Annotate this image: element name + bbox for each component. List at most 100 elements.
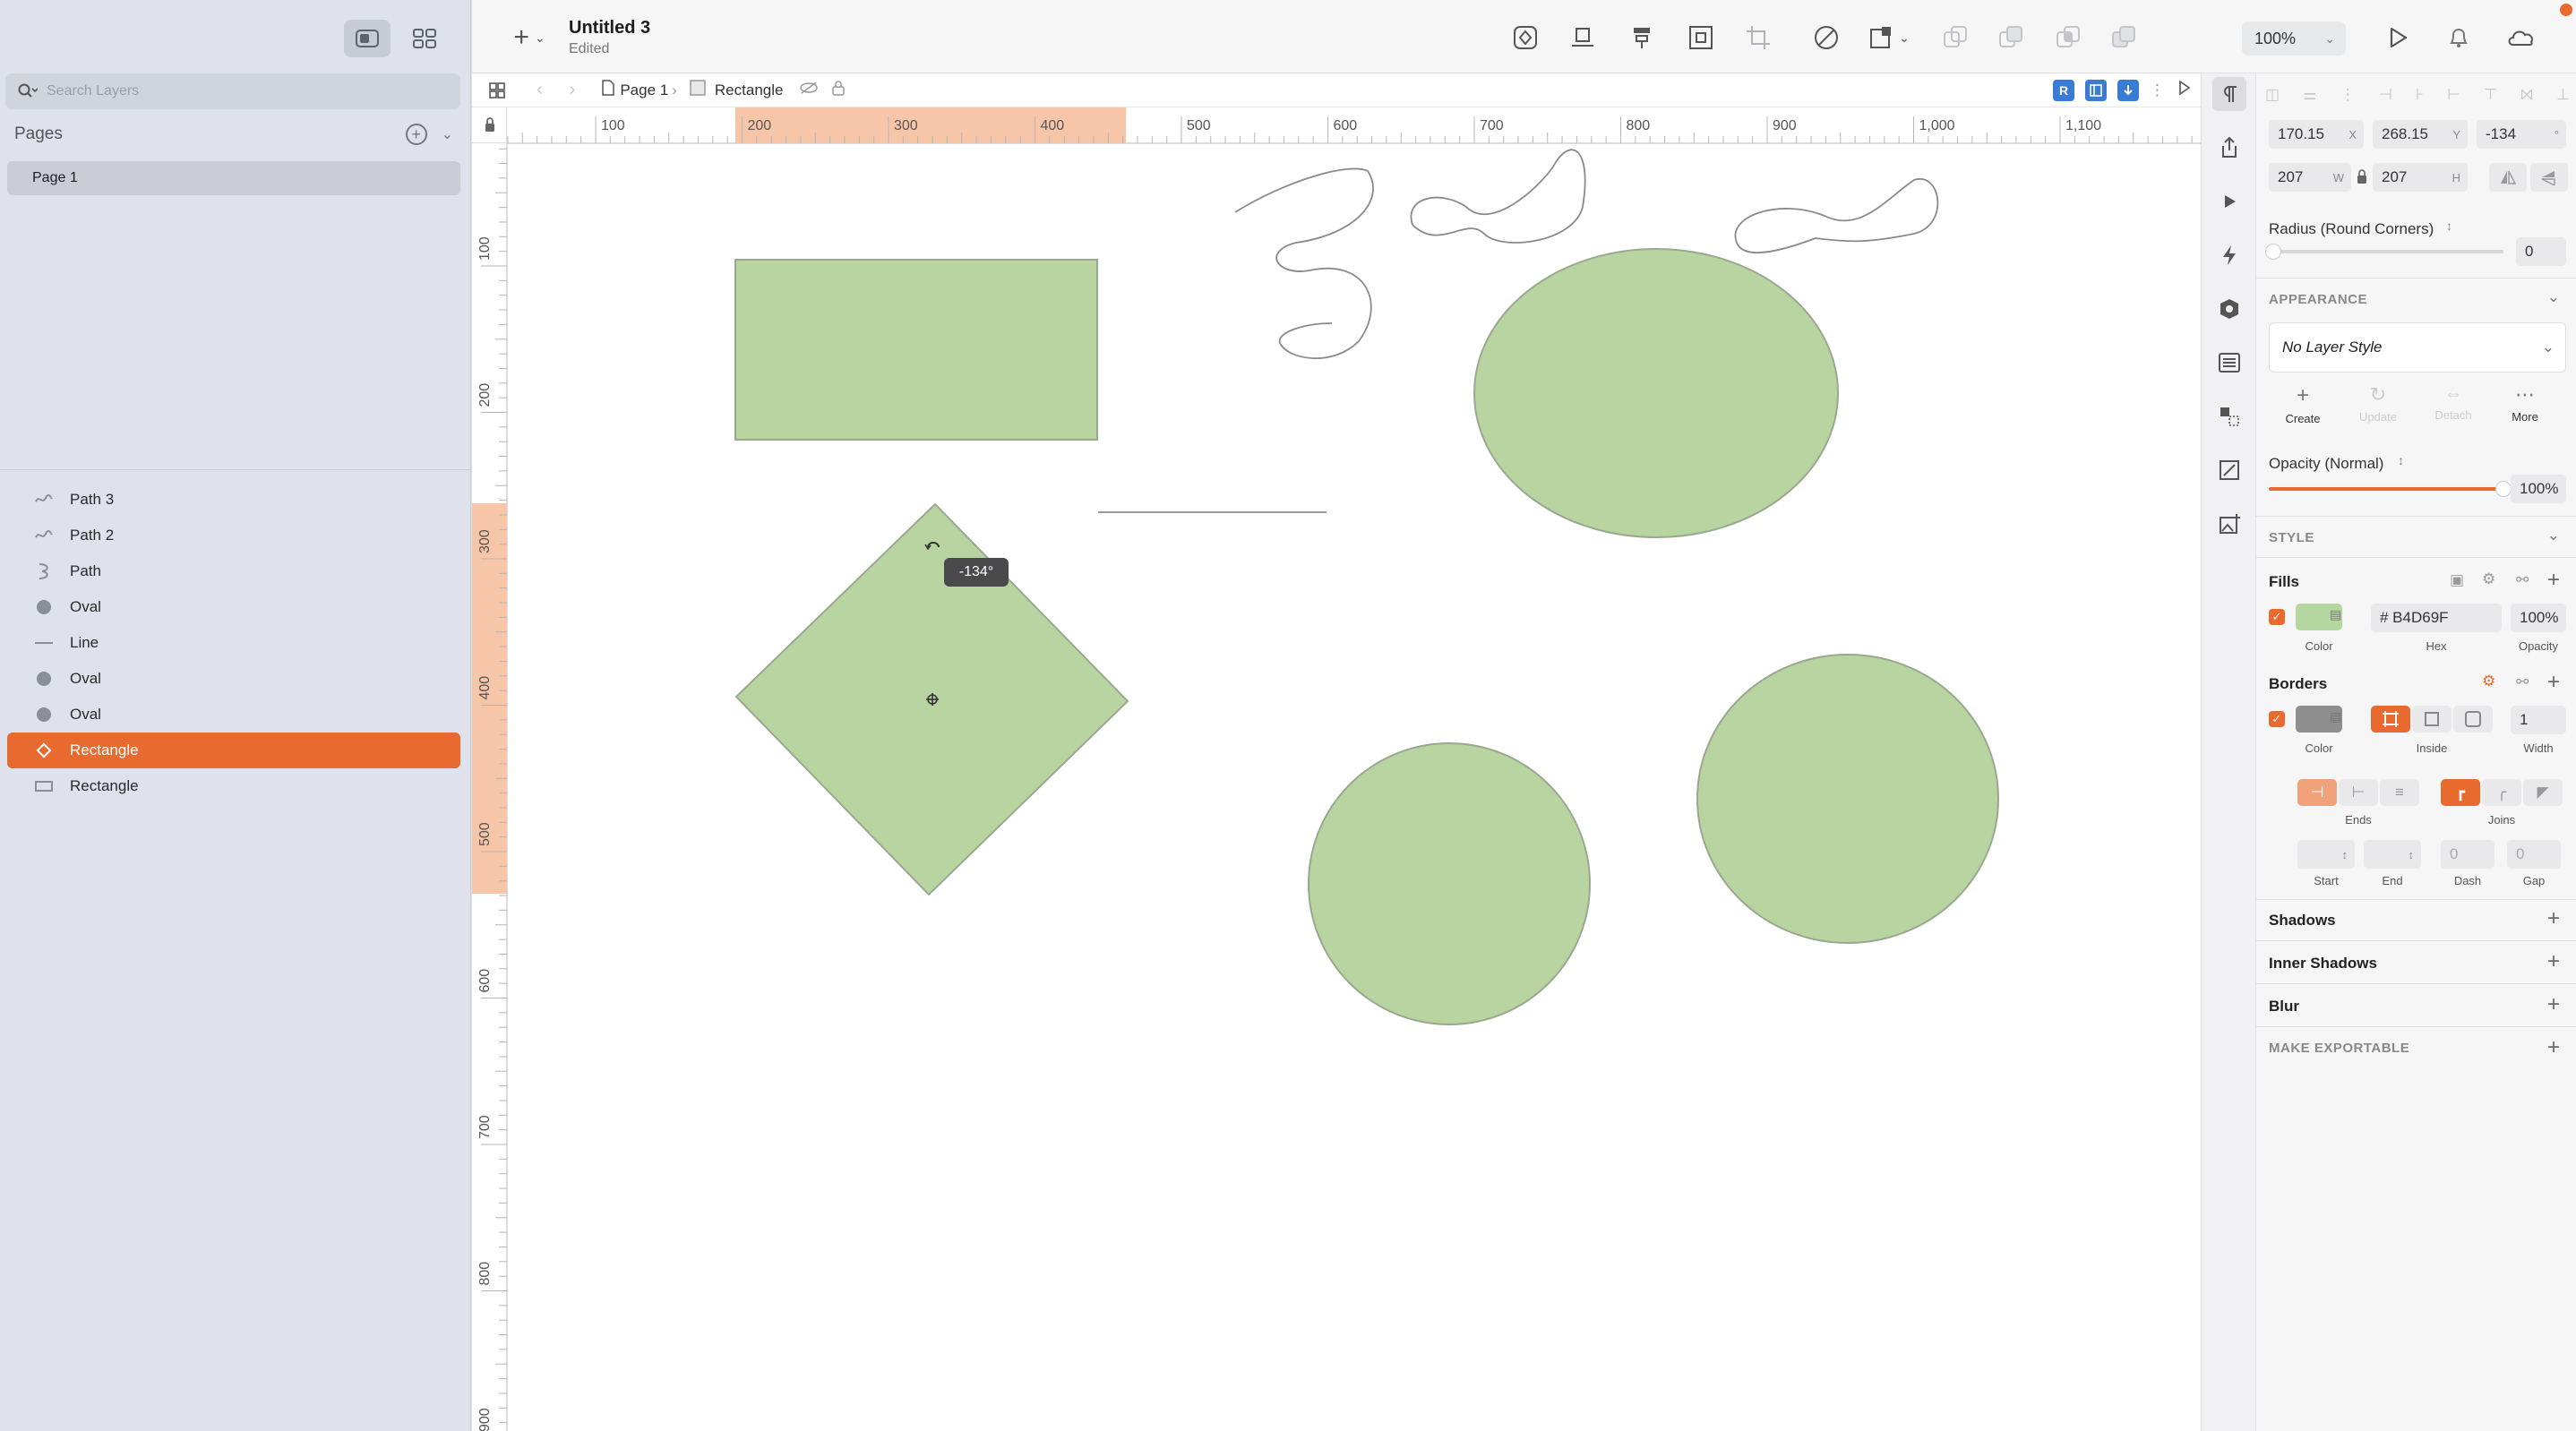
inspector-tab-layer-styles[interactable]: [2212, 399, 2246, 433]
path-shape-1[interactable]: [1734, 177, 1939, 254]
lock-icon[interactable]: [831, 80, 846, 100]
gap-field[interactable]: 0: [2507, 840, 2561, 869]
layer-list-view-button[interactable]: [344, 20, 391, 57]
end-butt-button[interactable]: ⊣: [2297, 779, 2337, 806]
create-symbol-button[interactable]: [1509, 21, 1541, 54]
path-shape-2[interactable]: [1410, 149, 1586, 244]
path-shape-3[interactable]: [1234, 167, 1374, 360]
notifications-button[interactable]: [2443, 21, 2475, 54]
join-miter-button[interactable]: ┏: [2441, 779, 2480, 806]
style-icon[interactable]: ▣: [2450, 571, 2464, 589]
chevron-down-icon[interactable]: ⌄: [2547, 527, 2560, 544]
stepper-icon[interactable]: ↕: [2398, 453, 2404, 467]
update-style-button[interactable]: ↻ Update: [2351, 385, 2405, 424]
snap-icon[interactable]: R: [2053, 79, 2074, 101]
join-bevel-button[interactable]: ◤: [2523, 779, 2563, 806]
create-style-button[interactable]: + Create: [2276, 385, 2330, 426]
border-position-inside-button[interactable]: [2412, 706, 2451, 733]
settings-icon[interactable]: ⚙: [2482, 673, 2495, 690]
fill-enabled-checkbox[interactable]: ✓: [2269, 609, 2285, 625]
horizontal-ruler[interactable]: 1002003004005006007008009001,0001,1001,2…: [507, 107, 2248, 143]
inspector-tab-components[interactable]: [2212, 292, 2246, 326]
border-enabled-checkbox[interactable]: ✓: [2269, 711, 2285, 727]
align-right-icon[interactable]: ⊢: [2447, 86, 2460, 107]
flip-horizontal-button[interactable]: [2489, 163, 2527, 192]
layer-style-select[interactable]: No Layer Style ⌄: [2269, 322, 2566, 373]
border-position-outside-button[interactable]: [2453, 706, 2493, 733]
opacity-field[interactable]: 100%: [2511, 475, 2566, 503]
forward-icon[interactable]: ›: [570, 80, 576, 100]
add-export-icon[interactable]: +: [2547, 1037, 2560, 1058]
edit-path-button[interactable]: [1810, 21, 1842, 54]
align-bottom-icon[interactable]: ⊥: [2556, 86, 2570, 107]
preview-button[interactable]: [2382, 21, 2414, 54]
difference-button[interactable]: [2108, 21, 2140, 54]
lock-ratio-icon[interactable]: [2357, 168, 2367, 189]
components-view-button[interactable]: [401, 20, 448, 57]
end-square-button[interactable]: ≡: [2380, 779, 2419, 806]
inspector-tab-interactions[interactable]: [2212, 238, 2246, 272]
detach-style-button[interactable]: ⇔ Detach: [2426, 385, 2480, 422]
hide-icon[interactable]: [799, 81, 819, 99]
radius-slider[interactable]: [2269, 250, 2503, 253]
settings-icon[interactable]: ⚙: [2482, 570, 2495, 588]
inspector-tab-design[interactable]: [2212, 77, 2246, 111]
add-blur-icon[interactable]: +: [2547, 994, 2560, 1015]
oval-shape-bottom-right[interactable]: [1696, 654, 1999, 944]
height-field[interactable]: 207 H: [2373, 163, 2468, 192]
y-position-field[interactable]: 268.15 Y: [2373, 120, 2468, 149]
opacity-slider-thumb[interactable]: [2495, 481, 2512, 497]
x-position-field[interactable]: 170.15 X: [2269, 120, 2364, 149]
inspector-tab-export[interactable]: [2212, 131, 2246, 165]
more-vertical-icon[interactable]: ⋮: [2340, 86, 2356, 107]
end-arrow-select[interactable]: ↕: [2364, 840, 2421, 869]
flip-vertical-button[interactable]: [2530, 163, 2568, 192]
intersect-button[interactable]: [2052, 21, 2084, 54]
layer-item-oval[interactable]: Oval: [7, 589, 460, 625]
inspector-tab-text-styles[interactable]: [2212, 346, 2246, 380]
width-field[interactable]: 207 W: [2269, 163, 2351, 192]
inspector-tab-prototype[interactable]: [2212, 184, 2246, 219]
layer-item-path-2[interactable]: Path 2: [7, 518, 460, 553]
color-picker-icon[interactable]: ▤: [2330, 709, 2341, 724]
canvas[interactable]: -134°: [508, 144, 2201, 1431]
inspector-tab-color-variables[interactable]: [2212, 453, 2246, 487]
distribute-vertical-icon[interactable]: ⚌: [2303, 86, 2316, 107]
chevron-down-icon[interactable]: ⌄: [2547, 288, 2560, 306]
layout-icon[interactable]: [2085, 79, 2107, 101]
layer-item-rectangle[interactable]: Rectangle: [7, 768, 460, 804]
collapse-panel-icon[interactable]: [2177, 80, 2192, 100]
search-input[interactable]: [47, 83, 441, 99]
fill-opacity-field[interactable]: 100%: [2511, 604, 2566, 632]
more-vertical-icon[interactable]: ⋮: [2150, 81, 2165, 99]
grid-icon[interactable]: [488, 81, 510, 99]
subtract-button[interactable]: [1995, 21, 2027, 54]
add-inner-shadow-icon[interactable]: +: [2547, 951, 2560, 973]
align-left-icon[interactable]: ⊣: [2379, 86, 2392, 107]
crop-button[interactable]: [1742, 21, 1774, 54]
oval-shape-large[interactable]: [1473, 248, 1839, 538]
zoom-select[interactable]: 100% ⌄: [2242, 21, 2346, 56]
distribute-horizontal-icon[interactable]: ◫: [2265, 86, 2280, 107]
layer-item-oval[interactable]: Oval: [7, 697, 460, 733]
stepper-icon[interactable]: ↕: [2446, 219, 2452, 233]
rectangle-shape[interactable]: [734, 259, 1098, 441]
layer-item-line[interactable]: Line: [7, 625, 460, 661]
more-style-button[interactable]: ⋯ More: [2498, 385, 2552, 424]
breadcrumb-layer[interactable]: Rectangle: [715, 81, 784, 99]
back-icon[interactable]: ‹: [537, 80, 543, 100]
layer-item-rectangle-selected[interactable]: Rectangle: [7, 733, 460, 768]
download-icon[interactable]: [2117, 79, 2139, 101]
union-button[interactable]: [1939, 21, 1971, 54]
insert-button[interactable]: + ⌄: [502, 21, 556, 54]
border-width-field[interactable]: 1: [2511, 706, 2566, 734]
frame-button[interactable]: [1685, 21, 1717, 54]
add-shadow-icon[interactable]: +: [2547, 908, 2560, 930]
radius-slider-thumb[interactable]: [2265, 244, 2281, 260]
layer-item-oval[interactable]: Oval: [7, 661, 460, 697]
join-round-button[interactable]: ╭: [2482, 779, 2521, 806]
search-layers-field[interactable]: [5, 73, 460, 109]
start-arrow-select[interactable]: ↕: [2297, 840, 2355, 869]
inspector-tab-images[interactable]: [2212, 507, 2246, 541]
rotation-field[interactable]: -134 °: [2477, 120, 2566, 149]
